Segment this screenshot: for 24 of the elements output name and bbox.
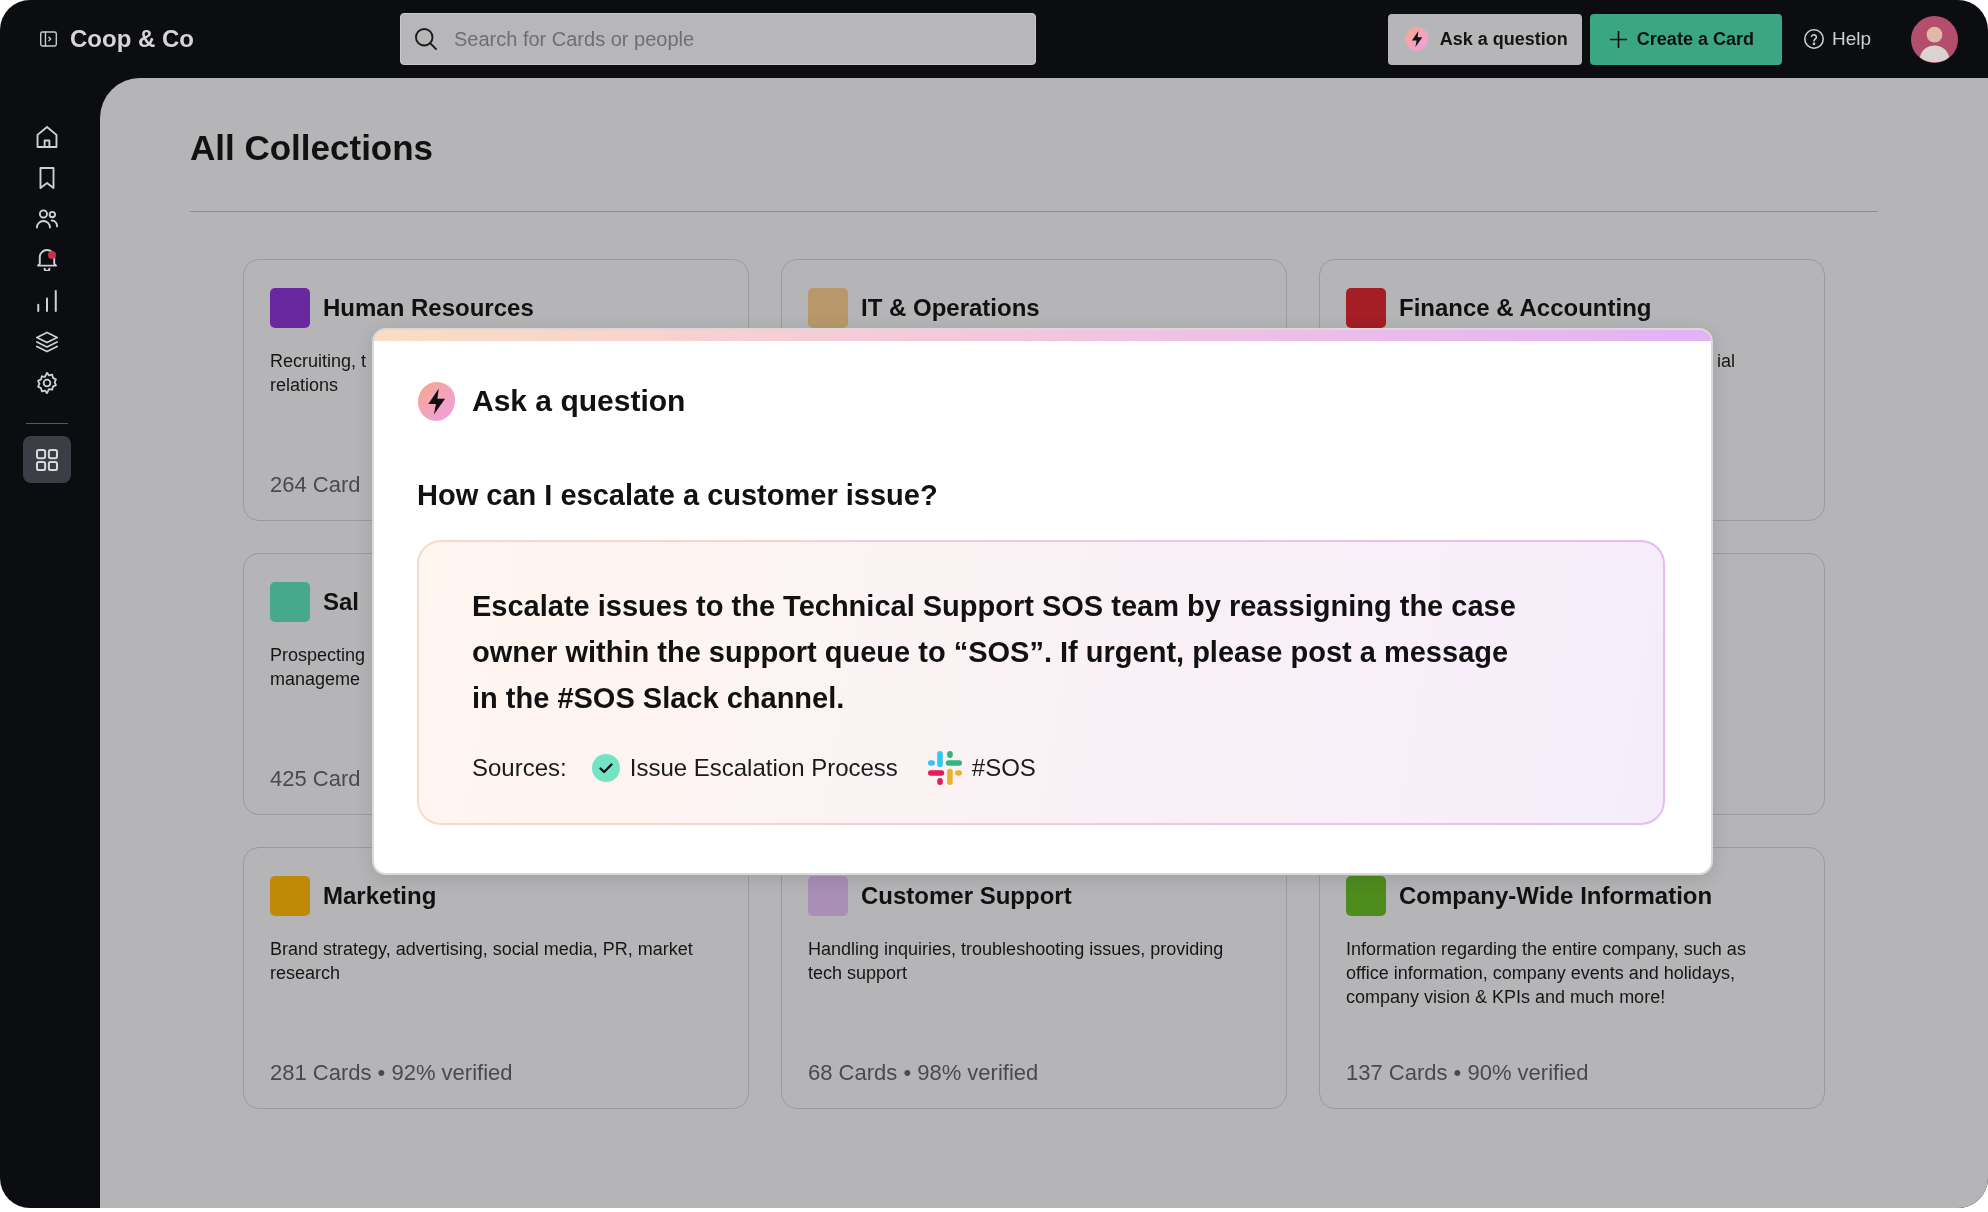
sources-label: Sources:	[472, 754, 567, 782]
collection-title: Marketing	[323, 882, 437, 910]
question-text: How can I escalate a customer issue?	[417, 478, 938, 513]
collection-title: Sal	[323, 588, 360, 616]
collection-stats: 264 Card	[270, 471, 361, 499]
collection-description: Prospecting manageme	[270, 644, 366, 691]
page-title: All Collections	[190, 127, 434, 169]
collection-description: Handling inquiries, troubleshooting issues, providing tech support	[808, 938, 1224, 985]
collection-title: Company-Wide Information	[1399, 882, 1713, 910]
collection-description: ial	[1717, 350, 1735, 373]
collection-stats: 281 Cards • 92% verified	[270, 1059, 513, 1087]
collection-description: Brand strategy, advertising, social media, PR, market research	[270, 938, 693, 985]
answer-text: Escalate issues to the Technical Support SOS team by reassigning the case owner within the support queue to “SOS”. If urgent, please post a message in the #SOS Slack channel.	[472, 589, 1517, 716]
collection-title: Finance & Accounting	[1399, 294, 1652, 322]
workspace-name: Coop & Co	[70, 25, 194, 53]
collection-stats: 137 Cards • 90% verified	[1346, 1059, 1589, 1087]
collection-description: Recruiting, t relations	[270, 350, 367, 397]
collection-title: Human Resources	[323, 294, 534, 322]
collection-title: Customer Support	[861, 882, 1072, 910]
collection-title: IT & Operations	[861, 294, 1040, 322]
collection-stats: 68 Cards • 98% verified	[808, 1059, 1039, 1087]
dialog-title: Ask a question	[472, 384, 686, 418]
collection-stats: 425 Card	[270, 765, 361, 793]
collection-description: Information regarding the entire company, such as office information, company events and holidays, company vision & KPIs and much more!	[1346, 938, 1746, 1009]
